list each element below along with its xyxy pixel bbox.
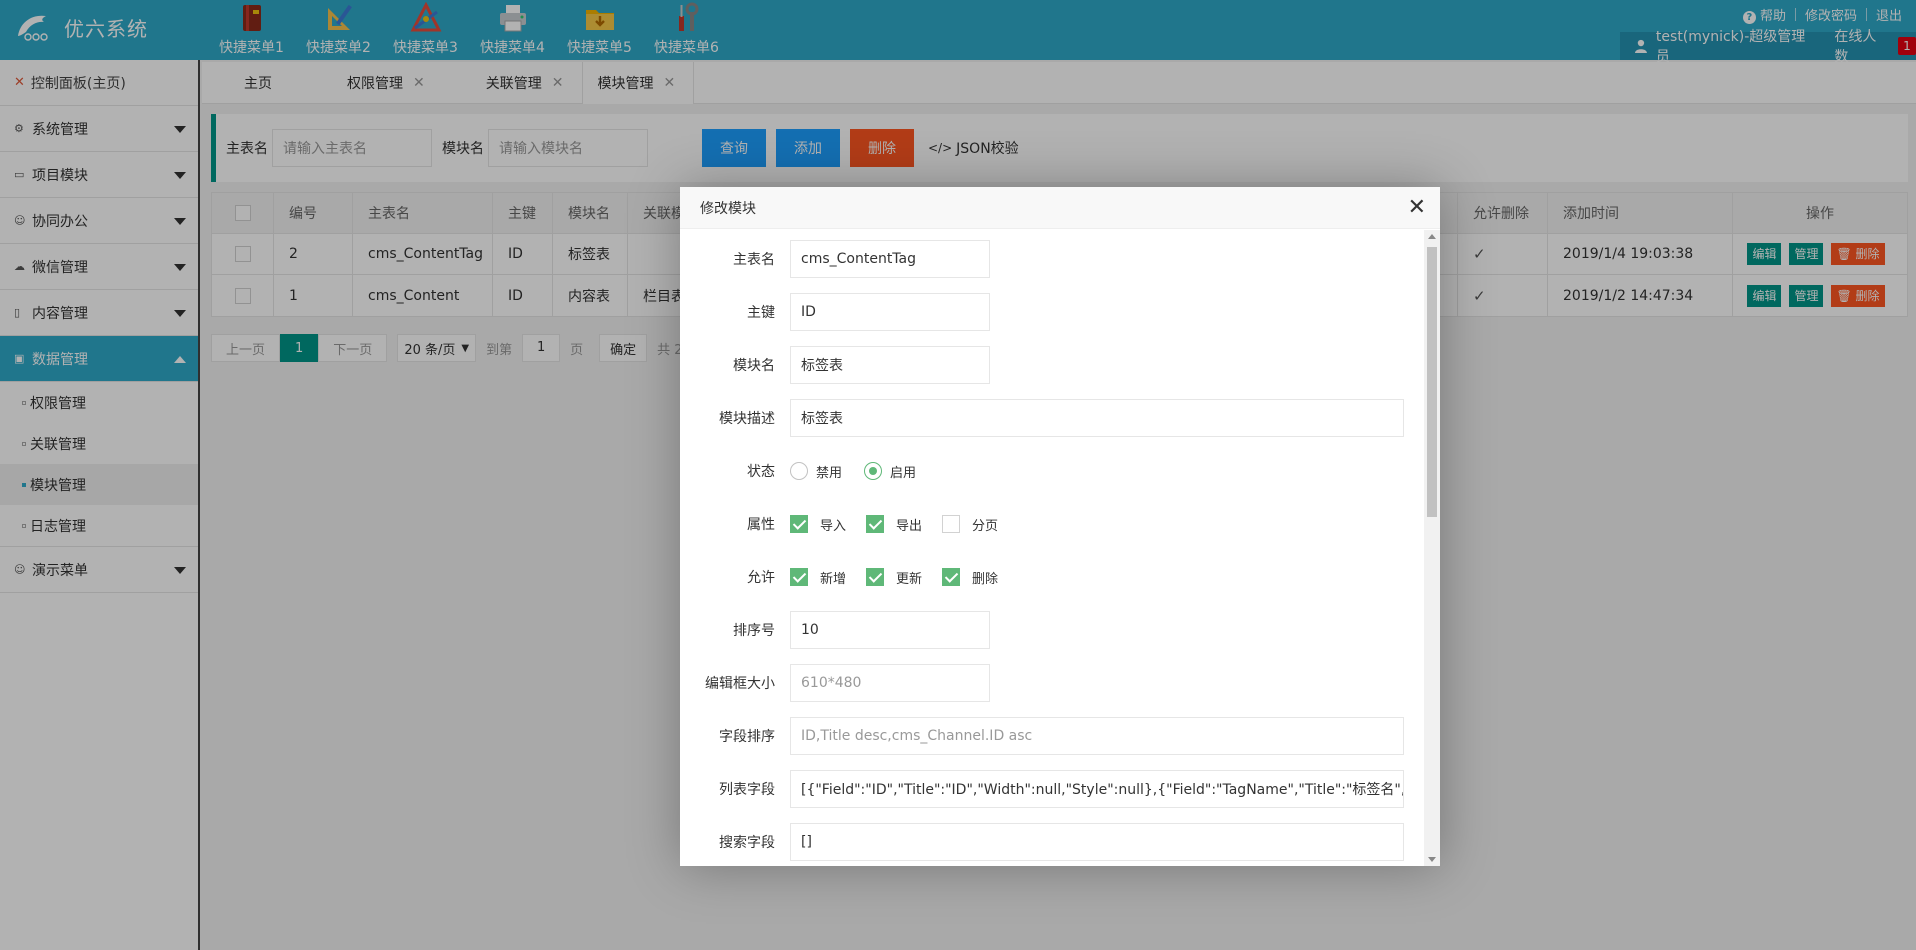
allow-add-checkbox[interactable]: 新增 [790, 568, 846, 587]
field-label: 模块描述 [719, 411, 775, 427]
scroll-down-icon[interactable] [1428, 857, 1436, 862]
dialog-header: 修改模块 ✕ [680, 187, 1440, 229]
sort-number-field[interactable]: 10 [790, 611, 990, 649]
form-row-list-fields: 列表字段 [{"Field":"ID","Title":"ID","Width"… [680, 770, 1404, 808]
editor-size-field[interactable]: 610*480 [790, 664, 990, 702]
field-label: 编辑框大小 [705, 676, 775, 692]
scroll-thumb[interactable] [1427, 247, 1437, 517]
checkbox-checked-icon [866, 568, 885, 586]
field-label: 允许 [747, 570, 775, 586]
module-description-field[interactable]: 标签表 [790, 399, 1404, 437]
field-label: 主键 [747, 305, 775, 321]
radio-off-icon [790, 462, 808, 480]
form-row-field-sort: 字段排序 ID,Title desc,cms_Channel.ID asc [680, 717, 1404, 755]
field-label: 主表名 [733, 252, 775, 268]
scroll-up-icon[interactable] [1428, 234, 1436, 239]
form-row-size: 编辑框大小 610*480 [680, 664, 990, 702]
form-row-module: 模块名 标签表 [680, 346, 990, 384]
checkbox-label: 导出 [896, 518, 923, 534]
form-row-sort: 排序号 10 [680, 611, 990, 649]
attr-export-checkbox[interactable]: 导出 [866, 515, 922, 534]
form-row-key: 主键 ID [680, 293, 990, 331]
allow-delete-checkbox[interactable]: 删除 [942, 568, 998, 587]
radio-label: 禁用 [816, 465, 843, 481]
field-label: 排序号 [733, 623, 775, 639]
status-disabled-radio[interactable]: 禁用 [790, 462, 842, 481]
attr-paging-checkbox[interactable]: 分页 [942, 515, 998, 534]
close-icon[interactable]: ✕ [1408, 197, 1426, 219]
checkbox-checked-icon [790, 515, 808, 533]
checkbox-label: 导入 [820, 518, 847, 534]
status-enabled-radio[interactable]: 启用 [864, 462, 916, 481]
field-label: 状态 [747, 464, 775, 480]
field-sort-field[interactable]: ID,Title desc,cms_Channel.ID asc [790, 717, 1404, 755]
allow-update-checkbox[interactable]: 更新 [866, 568, 922, 587]
checkbox-checked-icon [790, 568, 808, 586]
checkbox-unchecked-icon [942, 515, 961, 533]
checkbox-label: 新增 [820, 571, 847, 587]
field-label: 列表字段 [719, 782, 775, 798]
checkbox-label: 分页 [972, 518, 999, 534]
field-label: 属性 [747, 517, 775, 533]
form-row-main-table: 主表名 cms_ContentTag [680, 240, 990, 278]
form-row-desc: 模块描述 标签表 [680, 399, 1404, 437]
dialog-scrollbar[interactable] [1424, 230, 1440, 866]
module-name-field[interactable]: 标签表 [790, 346, 990, 384]
field-label: 模块名 [733, 358, 775, 374]
radio-on-icon [864, 462, 883, 480]
dialog-title: 修改模块 [700, 200, 756, 217]
dialog-body: 主表名 cms_ContentTag 主键 ID 模块名 标签表 模块描述 标签… [680, 230, 1424, 866]
list-fields-field[interactable]: [{"Field":"ID","Title":"ID","Width":null… [790, 770, 1404, 808]
main-table-field[interactable]: cms_ContentTag [790, 240, 990, 278]
checkbox-checked-icon [942, 568, 961, 586]
form-row-allow: 允许 新增 更新 删除 [680, 558, 1018, 596]
form-row-search-fields: 搜索字段 [] [680, 823, 1404, 861]
form-row-attr: 属性 导入 导出 分页 [680, 505, 1018, 543]
field-label: 搜索字段 [719, 835, 775, 851]
checkbox-checked-icon [866, 515, 885, 533]
radio-label: 启用 [890, 465, 917, 481]
field-label: 字段排序 [719, 729, 775, 745]
form-row-status: 状态 禁用 启用 [680, 452, 938, 490]
search-fields-field[interactable]: [] [790, 823, 1404, 861]
attr-import-checkbox[interactable]: 导入 [790, 515, 846, 534]
edit-module-dialog: 修改模块 ✕ 主表名 cms_ContentTag 主键 ID 模块名 标签表 … [680, 187, 1440, 866]
checkbox-label: 删除 [972, 571, 999, 587]
primary-key-field[interactable]: ID [790, 293, 990, 331]
checkbox-label: 更新 [896, 571, 923, 587]
